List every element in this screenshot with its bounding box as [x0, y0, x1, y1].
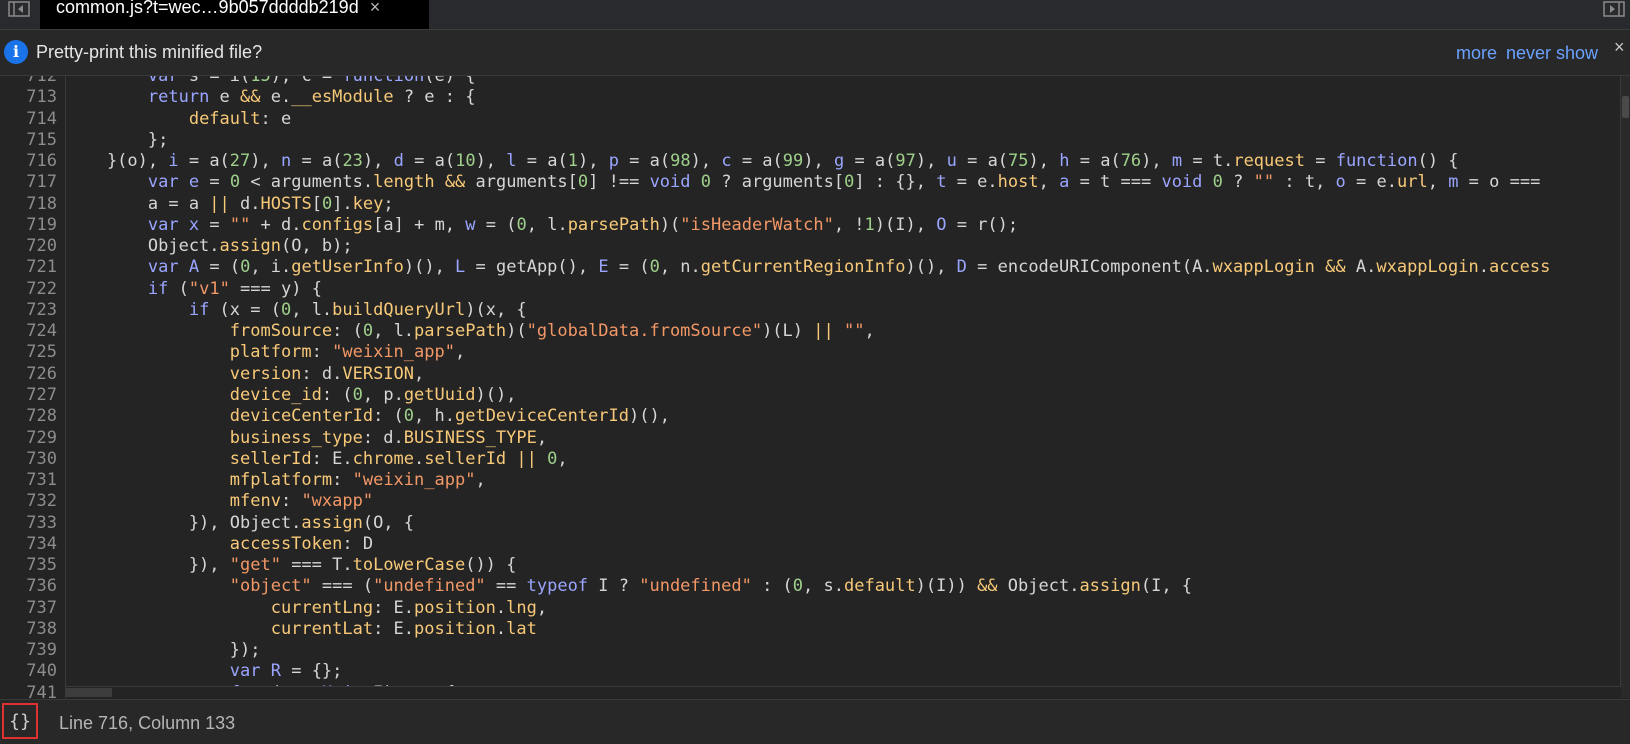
close-icon[interactable]: ×: [1614, 38, 1625, 56]
line-number[interactable]: 712: [0, 76, 65, 87]
line-number[interactable]: 713: [0, 87, 65, 108]
line-number[interactable]: 726: [0, 364, 65, 385]
code-line[interactable]: a = a || d.HOSTS[0].key;: [66, 194, 1621, 215]
vertical-scroll-thumb[interactable]: [1622, 96, 1629, 118]
code-line[interactable]: var x = "" + d.configs[a] + m, w = (0, l…: [66, 215, 1621, 236]
code-line[interactable]: var s = i(15), c = function(e) {: [66, 76, 1621, 87]
code-area[interactable]: var s = i(15), c = function(e) { return …: [66, 76, 1621, 698]
code-line[interactable]: });: [66, 640, 1621, 661]
line-number[interactable]: 738: [0, 619, 65, 640]
line-number[interactable]: 717: [0, 172, 65, 193]
code-line[interactable]: platform: "weixin_app",: [66, 342, 1621, 363]
line-number[interactable]: 730: [0, 449, 65, 470]
line-number[interactable]: 732: [0, 491, 65, 512]
line-number-gutter: 712 713 714 715 716 717 718 719 720 721 722 723 724 7…: [0, 76, 66, 698]
code-line[interactable]: mfplatform: "weixin_app",: [66, 470, 1621, 491]
line-number[interactable]: 715: [0, 130, 65, 151]
code-line[interactable]: var A = (0, i.getUserInfo)(), L = getApp…: [66, 257, 1621, 278]
infobar-message: Pretty-print this minified file?: [36, 42, 263, 62]
line-number[interactable]: 729: [0, 428, 65, 449]
code-line[interactable]: version: d.VERSION,: [66, 364, 1621, 385]
code-line[interactable]: if (x = (0, l.buildQueryUrl)(x, {: [66, 300, 1621, 321]
code-line[interactable]: mfenv: "wxapp": [66, 491, 1621, 512]
code-line[interactable]: business_type: d.BUSINESS_TYPE,: [66, 428, 1621, 449]
line-number[interactable]: 725: [0, 342, 65, 363]
info-icon: i: [4, 40, 28, 64]
cursor-position: Line 716, Column 133: [59, 713, 236, 733]
tab-strip: common.js?t=wec…9b057ddddb219d ×: [0, 0, 1630, 30]
never-show-link[interactable]: never show: [1506, 43, 1598, 63]
more-link[interactable]: more: [1456, 43, 1497, 63]
line-number[interactable]: 723: [0, 300, 65, 321]
status-bar: {} Line 716, Column 133: [0, 699, 1630, 744]
code-line[interactable]: sellerId: E.chrome.sellerId || 0,: [66, 449, 1621, 470]
close-icon[interactable]: ×: [370, 0, 381, 16]
line-number[interactable]: 719: [0, 215, 65, 236]
line-number[interactable]: 721: [0, 257, 65, 278]
line-number[interactable]: 724: [0, 321, 65, 342]
line-number[interactable]: 739: [0, 640, 65, 661]
line-number[interactable]: 716: [0, 151, 65, 172]
code-line[interactable]: }), "get" === T.toLowerCase()) {: [66, 555, 1621, 576]
code-line[interactable]: return e && e.__esModule ? e : {: [66, 87, 1621, 108]
code-line[interactable]: device_id: (0, p.getUuid)(),: [66, 385, 1621, 406]
file-tab-title: common.js?t=wec…9b057ddddb219d: [56, 0, 359, 17]
panel-left-icon[interactable]: [5, 0, 33, 18]
line-number[interactable]: 728: [0, 406, 65, 427]
panel-right-icon[interactable]: [1600, 0, 1628, 18]
line-number[interactable]: 714: [0, 109, 65, 130]
code-line[interactable]: }(o), i = a(27), n = a(23), d = a(10), l…: [66, 151, 1621, 172]
code-line[interactable]: var e = 0 < arguments.length && argument…: [66, 172, 1621, 193]
line-number[interactable]: 734: [0, 534, 65, 555]
code-line[interactable]: default: e: [66, 109, 1621, 130]
code-line[interactable]: accessToken: D: [66, 534, 1621, 555]
source-editor[interactable]: 712 713 714 715 716 717 718 719 720 721 722 723 724 7…: [0, 76, 1630, 698]
code-line[interactable]: }), Object.assign(O, {: [66, 513, 1621, 534]
code-line[interactable]: currentLng: E.position.lng,: [66, 598, 1621, 619]
code-line[interactable]: };: [66, 130, 1621, 151]
line-number[interactable]: 741: [0, 683, 65, 698]
code-line[interactable]: currentLat: E.position.lat: [66, 619, 1621, 640]
code-line[interactable]: Object.assign(O, b);: [66, 236, 1621, 257]
line-number[interactable]: 720: [0, 236, 65, 257]
line-number[interactable]: 740: [0, 661, 65, 682]
code-line[interactable]: var R = {};: [66, 661, 1621, 682]
line-number[interactable]: 722: [0, 279, 65, 300]
pretty-print-infobar: i Pretty-print this minified file? more …: [0, 30, 1630, 76]
line-number[interactable]: 735: [0, 555, 65, 576]
line-number[interactable]: 737: [0, 598, 65, 619]
horizontal-scrollbar[interactable]: [66, 686, 1621, 698]
code-line[interactable]: if ("v1" === y) {: [66, 279, 1621, 300]
line-number[interactable]: 736: [0, 576, 65, 597]
line-number[interactable]: 731: [0, 470, 65, 491]
line-number[interactable]: 718: [0, 194, 65, 215]
code-line[interactable]: "object" === ("undefined" == typeof I ? …: [66, 576, 1621, 597]
code-line[interactable]: deviceCenterId: (0, h.getDeviceCenterId)…: [66, 406, 1621, 427]
line-number[interactable]: 727: [0, 385, 65, 406]
horizontal-scroll-thumb[interactable]: [66, 688, 112, 697]
curly-braces-icon[interactable]: {}: [2, 703, 38, 739]
code-line[interactable]: fromSource: (0, l.parsePath)("globalData…: [66, 321, 1621, 342]
file-tab[interactable]: common.js?t=wec…9b057ddddb219d ×: [40, 0, 429, 29]
vertical-scrollbar[interactable]: [1620, 76, 1630, 698]
line-number[interactable]: 733: [0, 513, 65, 534]
